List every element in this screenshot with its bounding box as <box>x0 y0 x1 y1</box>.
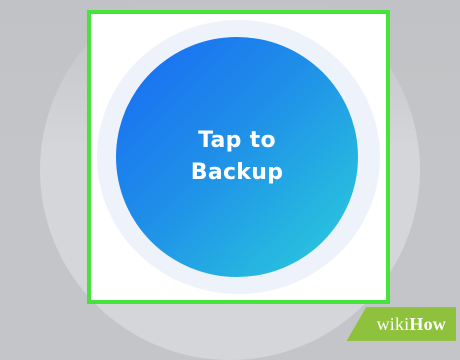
tap-to-backup-button[interactable]: Tap to Backup <box>116 37 358 277</box>
backup-button-ring: Tap to Backup <box>97 20 380 294</box>
backup-label-line2: Backup <box>190 160 284 185</box>
wikihow-watermark: wiki How <box>346 307 456 341</box>
backup-button-label: Tap to Backup <box>191 125 284 189</box>
watermark-wiki: wiki <box>376 313 410 334</box>
highlight-frame: Tap to Backup <box>87 10 390 304</box>
watermark-how: How <box>409 313 446 334</box>
backup-label-line1: Tap to <box>198 128 276 153</box>
